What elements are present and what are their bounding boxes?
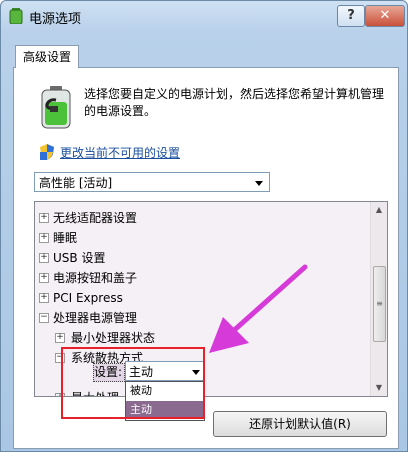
expand-icon[interactable]: +: [39, 273, 49, 283]
plan-description: 选择您要自定义的电源计划，然后选择您希望计算机管理的电源设置。: [84, 87, 385, 118]
restore-defaults-button[interactable]: 还原计划默认值(R): [213, 411, 387, 437]
power-options-window: 电源选项 ? ✕ 高级设置 选择您要自定义的电源计划，然后选择您希望计算机管理的…: [0, 0, 408, 452]
pointer-arrow-icon: [209, 264, 308, 353]
tree-item-label: 最小处理器状态: [71, 331, 156, 345]
uac-shield-icon: [40, 144, 54, 160]
expand-icon[interactable]: +: [39, 293, 49, 303]
advanced-settings-panel: 选择您要自定义的电源计划，然后选择您希望计算机管理的电源设置。 更改当前不可用的…: [13, 67, 399, 449]
tree-item-label: USB 设置: [53, 251, 106, 265]
tree-item-sleep[interactable]: + 睡眠: [35, 228, 369, 248]
scroll-up-icon[interactable]: ▲: [371, 202, 387, 218]
option-active[interactable]: 主动: [126, 401, 204, 419]
setting-label: 设置:: [93, 363, 125, 382]
help-button[interactable]: ?: [337, 5, 365, 27]
chevron-down-icon: [255, 181, 263, 186]
tree-item-label: 睡眠: [53, 231, 78, 245]
expand-icon[interactable]: +: [55, 333, 65, 343]
cooling-policy-dropdown[interactable]: 主动: [125, 361, 205, 381]
battery-icon: [9, 8, 23, 24]
cooling-policy-options: 被动 主动: [125, 381, 205, 421]
tree-scrollbar[interactable]: ▲ ≡ ▼: [370, 202, 387, 396]
expand-icon[interactable]: +: [55, 393, 65, 396]
tree-item-wireless-adapter[interactable]: + 无线适配器设置: [35, 208, 369, 228]
tree-item-label: 无线适配器设置: [53, 211, 138, 225]
scroll-thumb[interactable]: ≡: [373, 266, 386, 342]
tree-item-label: 最大处理: [71, 388, 119, 396]
close-button[interactable]: ✕: [365, 5, 405, 27]
power-plan-value: 高性能 [活动]: [39, 176, 113, 190]
tree-item-label: 处理器电源管理: [53, 311, 138, 325]
power-battery-icon: [41, 86, 71, 129]
expand-icon[interactable]: +: [39, 253, 49, 263]
tab-advanced-settings[interactable]: 高级设置: [15, 45, 79, 68]
tree-item-label: PCI Express: [53, 291, 123, 305]
scroll-down-icon[interactable]: ▼: [371, 380, 387, 396]
option-passive[interactable]: 被动: [126, 382, 204, 400]
change-unavailable-settings-link[interactable]: 更改当前不可用的设置: [60, 144, 180, 161]
tree-item-label: 电源按钮和盖子: [53, 271, 138, 285]
cooling-policy-value: 主动: [129, 365, 154, 379]
expand-icon[interactable]: +: [39, 233, 49, 243]
title-bar: 电源选项 ? ✕: [1, 1, 407, 31]
collapse-icon[interactable]: −: [39, 313, 49, 323]
window-title: 电源选项: [29, 12, 82, 27]
expand-icon[interactable]: +: [39, 213, 49, 223]
chevron-down-icon: [192, 370, 200, 375]
power-plan-dropdown[interactable]: 高性能 [活动]: [34, 172, 270, 192]
collapse-icon[interactable]: −: [55, 353, 65, 363]
